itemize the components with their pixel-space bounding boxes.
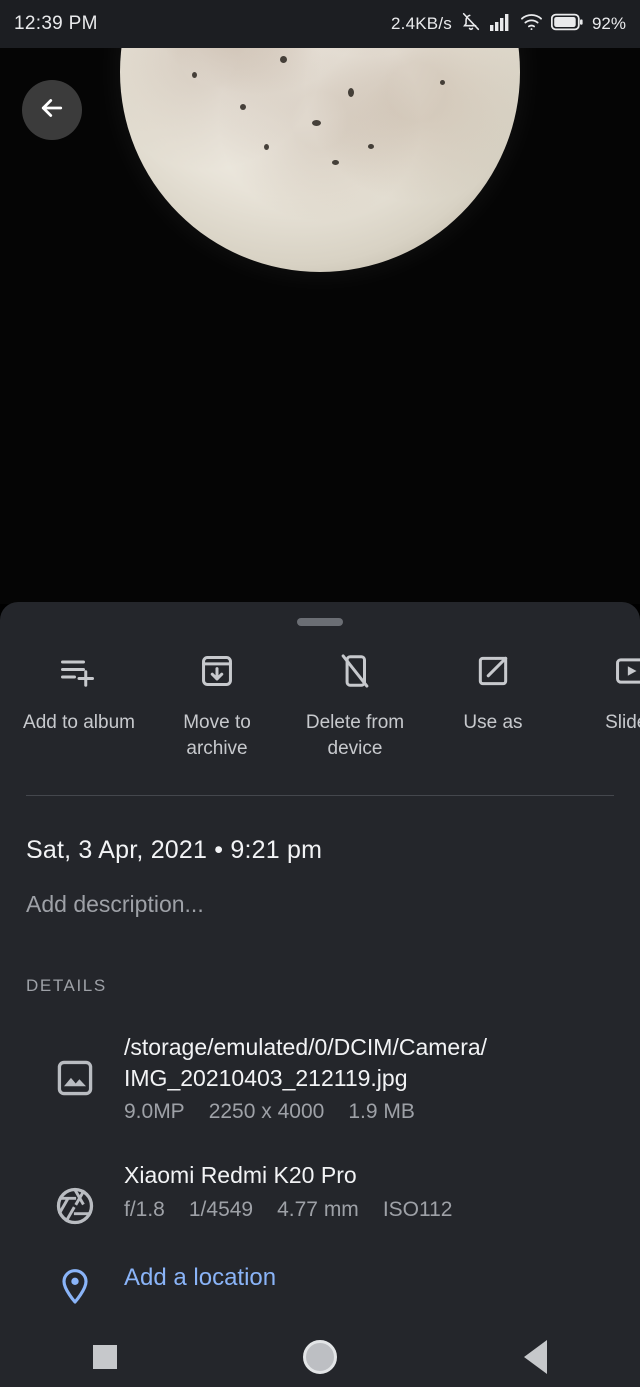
battery-icon [550,13,583,36]
file-info: /storage/emulated/0/DCIM/Camera/IMG_2021… [124,1030,614,1124]
location-pin-icon [26,1262,124,1310]
file-name: IMG_20210403_212119.jpg [124,1064,408,1091]
playlist-add-icon [59,648,99,694]
action-label: Delete from device [305,712,405,759]
location-info: Add a location [124,1262,614,1292]
detail-row-camera[interactable]: Xiaomi Redmi K20 Pro f/1.8 1/4549 4.77 m… [0,1158,640,1228]
detail-row-file[interactable]: /storage/emulated/0/DCIM/Camera/IMG_2021… [0,1030,640,1124]
status-bar-clock: 12:39 PM [14,13,98,34]
camera-specs: f/1.8 1/4549 4.77 mm ISO112 [124,1198,614,1222]
capture-datetime: Sat, 3 Apr, 2021 • 9:21 pm [26,836,323,865]
arrow-left-icon [37,93,67,128]
network-speed-label: 2.4KB/s [391,14,452,33]
status-bar: 12:39 PM 2.4KB/s 92% [0,0,640,48]
file-megapixels: 9.0MP [124,1100,185,1124]
add-description-field[interactable]: Add description... [26,891,640,918]
camera-iso: ISO112 [382,1198,453,1222]
status-bar-icons: 2.4KB/s 92% [391,11,626,38]
notifications-off-icon [460,11,482,38]
signal-bars-icon [489,13,512,36]
slideshow-icon [612,648,640,694]
phone-off-icon [336,648,374,694]
photo-preview[interactable] [0,48,640,604]
action-add-to-album[interactable]: Add to album [10,648,148,761]
action-use-as[interactable]: Use as [424,648,562,761]
action-label: Add to album [23,712,135,733]
action-delete-from-device[interactable]: Delete from device [286,648,424,761]
file-path-line1: /storage/emulated/0/DCIM/Camera/ [124,1034,488,1061]
file-size: 1.9 MB [348,1100,415,1124]
action-slideshow[interactable]: Slides [562,648,640,761]
action-move-to-archive[interactable]: Move to archive [148,648,286,761]
camera-info: Xiaomi Redmi K20 Pro f/1.8 1/4549 4.77 m… [124,1158,614,1222]
image-file-icon [26,1030,124,1100]
camera-aperture-icon [26,1158,124,1228]
add-location-link[interactable]: Add a location [124,1264,276,1291]
camera-focal-length: 4.77 mm [277,1198,359,1222]
file-specs: 9.0MP 2250 x 4000 1.9 MB [124,1100,614,1124]
action-label: Use as [463,712,523,733]
camera-model: Xiaomi Redmi K20 Pro [124,1162,357,1189]
back-button[interactable] [22,80,82,140]
open-in-new-icon [474,648,512,694]
action-label: Slides [605,712,640,733]
detail-row-location[interactable]: Add a location [0,1262,640,1310]
action-row: Add to album Move to archive Delete from… [0,626,640,761]
details-bottom-sheet: Add to album Move to archive Delete from… [0,602,640,1387]
photo-detail-screen: 12:39 PM 2.4KB/s 92% Add to album Move t… [0,0,640,1387]
camera-shutter-speed: 1/4549 [188,1198,254,1222]
action-label: Move to archive [183,712,251,759]
file-dimensions: 2250 x 4000 [208,1100,325,1124]
moon-image [120,48,520,272]
wifi-icon [520,13,543,36]
file-path: /storage/emulated/0/DCIM/Camera/IMG_2021… [124,1034,487,1091]
archive-icon [198,648,236,694]
sheet-divider [26,795,614,797]
details-section-header: DETAILS [26,976,107,996]
camera-aperture: f/1.8 [124,1198,165,1222]
battery-percent-label: 92% [591,14,626,33]
sheet-drag-handle[interactable] [297,618,343,626]
